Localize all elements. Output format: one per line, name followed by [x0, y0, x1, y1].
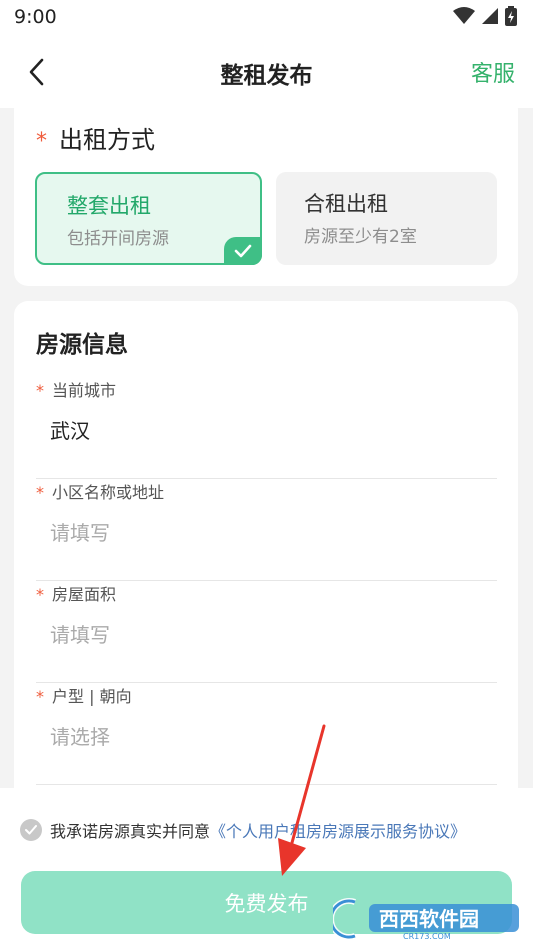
- signal-icon: [482, 8, 498, 24]
- layout-orientation-select[interactable]: 请选择: [50, 721, 110, 750]
- required-star: *: [36, 381, 44, 400]
- option-subtitle: 房源至少有2室: [304, 227, 417, 247]
- field-label: * 户型 | 朝向: [36, 683, 132, 707]
- agreement-link[interactable]: 《个人用户租房房源展示服务协议》: [210, 818, 466, 842]
- selected-check-badge: [224, 237, 262, 265]
- status-bar: 9:00: [0, 0, 533, 36]
- check-icon: [25, 825, 37, 835]
- watermark-sub: CR173.COM: [403, 932, 451, 940]
- house-area-field[interactable]: * 房屋面积 请填写: [36, 581, 497, 683]
- customer-service-link[interactable]: 客服: [471, 56, 515, 88]
- field-label: * 当前城市: [36, 377, 116, 401]
- field-label-text: 小区名称或地址: [52, 483, 165, 502]
- field-label: * 小区名称或地址: [36, 479, 164, 503]
- required-star: *: [36, 687, 44, 706]
- layout-orientation-field[interactable]: * 户型 | 朝向 请选择: [36, 683, 497, 785]
- page-title: 整租发布: [220, 63, 313, 89]
- option-subtitle: 包括开间房源: [67, 229, 169, 249]
- agreement-text: 我承诺房源真实并同意: [50, 822, 211, 841]
- house-info-title: 房源信息: [36, 332, 128, 358]
- option-title: 整套出租: [67, 194, 151, 218]
- field-label-text: 户型 | 朝向: [52, 687, 132, 706]
- option-shared-rent[interactable]: 合租出租 房源至少有2室: [276, 172, 497, 265]
- watermark-logo: 西西软件园 CR173.COM: [333, 898, 519, 940]
- watermark-text: 西西软件园: [379, 907, 479, 931]
- agreement-row: 我承诺房源真实并同意 《个人用户租房房源展示服务协议》: [20, 818, 466, 842]
- field-label-text: 当前城市: [52, 381, 117, 400]
- status-icons: [453, 6, 517, 26]
- field-label: * 房屋面积: [36, 581, 116, 605]
- house-info-card: 房源信息 * 当前城市 武汉 * 小区名称或地址 请填写 * 房屋面积 请填写 * 户型…: [14, 301, 518, 821]
- required-star: *: [36, 585, 44, 604]
- option-whole-rent[interactable]: 整套出租 包括开间房源: [35, 172, 262, 265]
- city-value: 武汉: [50, 419, 90, 443]
- city-field[interactable]: * 当前城市 武汉: [36, 377, 497, 479]
- rent-mode-card: * 出租方式 整套出租 包括开间房源 合租出租 房源至少有2室: [14, 96, 518, 286]
- community-address-input[interactable]: 请填写: [50, 517, 110, 546]
- wifi-icon: [453, 7, 475, 24]
- required-star: *: [36, 483, 44, 502]
- field-label-text: 房屋面积: [52, 585, 117, 604]
- house-area-input[interactable]: 请填写: [50, 619, 110, 648]
- agreement-checkbox[interactable]: [20, 819, 42, 841]
- required-star: *: [36, 129, 47, 154]
- community-address-field[interactable]: * 小区名称或地址 请填写: [36, 479, 497, 581]
- check-icon: [234, 244, 252, 258]
- rent-mode-title-text: 出租方式: [59, 126, 155, 154]
- option-title: 合租出租: [304, 192, 388, 216]
- rent-mode-title: * 出租方式: [36, 120, 155, 155]
- status-time: 9:00: [14, 6, 57, 28]
- battery-icon: [505, 6, 517, 26]
